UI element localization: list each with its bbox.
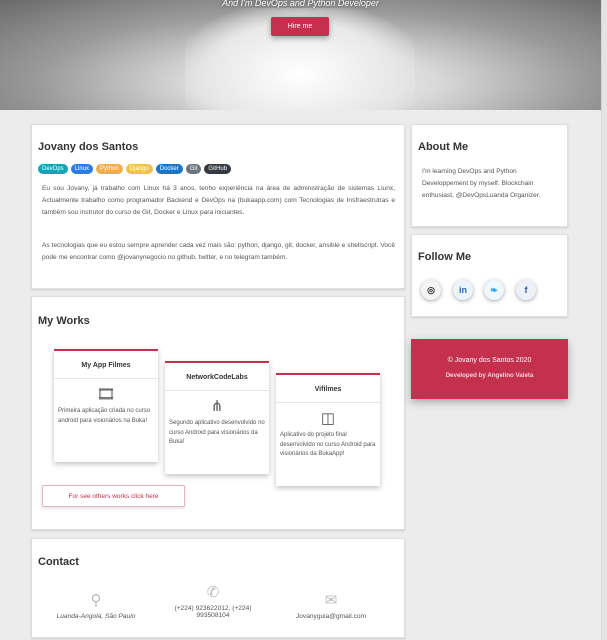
works-card: My Works My App Filmes 🎞 Primeira aplica… (31, 296, 405, 530)
work-card-networkcodelabs[interactable]: NetworkCodeLabs ⋔ Segundo aplicativo des… (165, 361, 269, 474)
contact-location: ⚲ Luanda-Angola, São Paulo (41, 591, 151, 620)
skill-tags: DevOps Linux Python Django Docker Git Gi… (38, 164, 232, 174)
phone-icon: ✆ (206, 584, 220, 601)
work-card-vifilmes[interactable]: Vifilmes ◫ Aplicativo do projeto final d… (276, 373, 380, 486)
film-icon: 🎞 (96, 386, 116, 403)
tag-python: Python (96, 164, 123, 174)
bio-paragraph: Eu sou Jovany, já trabalho com Linux há … (42, 185, 395, 216)
location-text: Luanda-Angola, São Paulo (56, 613, 136, 620)
twitter-icon[interactable]: ❧ (484, 280, 504, 300)
works-title: My Works (38, 315, 90, 327)
hero-tagline: And I'm DevOps and Python Developer (222, 0, 379, 8)
work-title: My App Filmes (54, 351, 158, 379)
follow-me-card: Follow Me ◎ in ❧ f (411, 234, 568, 317)
work-title: NetworkCodeLabs (165, 363, 269, 391)
contact-card: Contact ⚲ Luanda-Angola, São Paulo ✆ (+2… (31, 538, 405, 638)
about-me-title: About Me (418, 141, 469, 153)
email-text[interactable]: Jovanyguia@gmail.com (276, 613, 386, 620)
contact-phone: ✆ (+224) 923622012, (+224) 993508104 (158, 583, 268, 619)
about-me-text: I'm learning DevOps and Python Developpe… (422, 168, 541, 199)
add-media-icon: ◫ (320, 410, 336, 427)
work-description: Segundo aplicativo desenvolvido no curso… (169, 420, 265, 445)
facebook-icon[interactable]: f (516, 280, 536, 300)
fork-icon: ⋔ (210, 398, 224, 415)
about-me-card: About Me I'm learning DevOps and Python … (411, 124, 568, 227)
linkedin-icon[interactable]: in (453, 280, 473, 300)
see-more-works-button[interactable]: For see others works click here (42, 485, 185, 507)
hero-banner: And I'm DevOps and Python Developer Hire… (0, 0, 601, 110)
work-description: Aplicativo do projeto final desenvolvido… (280, 432, 376, 457)
follow-me-title: Follow Me (418, 251, 472, 263)
footer-card: © Jovany dos Santos 2020 Developed by An… (411, 339, 568, 399)
hire-me-button[interactable]: Hire me (271, 17, 329, 36)
about-card: Jovany dos Santos DevOps Linux Python Dj… (31, 124, 405, 289)
profile-name: Jovany dos Santos (38, 141, 139, 153)
envelope-icon: ✉ (324, 592, 338, 609)
work-title: Vifilmes (276, 375, 380, 403)
work-card-my-app-filmes[interactable]: My App Filmes 🎞 Primeira aplicação criad… (54, 349, 158, 462)
github-icon[interactable]: ◎ (421, 280, 441, 300)
tag-git: Git (185, 164, 202, 174)
tag-docker: Docker (155, 164, 183, 174)
tag-devops: DevOps (38, 164, 68, 174)
contact-title: Contact (38, 556, 79, 568)
tag-django: Django (125, 164, 153, 174)
location-pin-icon: ⚲ (90, 592, 102, 609)
scroll-down-icon[interactable]: ˇ (287, 56, 289, 63)
tag-github: GitHub (204, 164, 232, 174)
contact-email: ✉ Jovanyguia@gmail.com (276, 591, 386, 620)
bio-paragraph: As tecnologias que eu estou sempre apren… (42, 242, 395, 261)
copyright-text: © Jovany dos Santos 2020 (447, 357, 532, 364)
work-description: Primeira aplicação criada no curso andro… (58, 408, 151, 424)
scrollbar[interactable] (601, 0, 607, 640)
developer-credit[interactable]: Developed by Angelino Valeta (411, 372, 568, 379)
phone-text[interactable]: (+224) 923622012, (+224) 993508104 (158, 605, 268, 619)
tag-linux: Linux (70, 164, 94, 174)
